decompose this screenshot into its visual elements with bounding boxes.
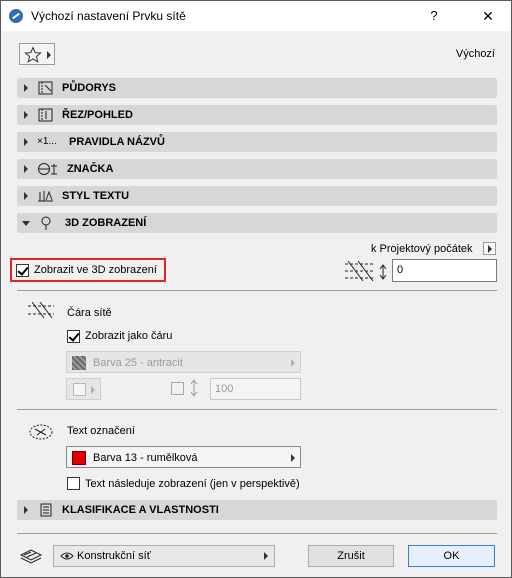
- section-naming-rules[interactable]: ×1... PRAVIDLA NÁZVŮ: [17, 132, 497, 152]
- line-type-swatch: [73, 383, 86, 396]
- grid-elevation-icon: [345, 261, 387, 281]
- preset-name: Výchozí: [455, 48, 495, 60]
- expand-arrow-icon: [24, 506, 28, 514]
- show-in-3d-checkbox[interactable]: [16, 264, 29, 277]
- section-label: ŘEZ/POHLED: [62, 109, 133, 121]
- section-label: PRAVIDLA NÁZVŮ: [69, 136, 165, 148]
- layer-icon: [19, 549, 43, 564]
- section-view-icon: [38, 108, 53, 122]
- expand-arrow-icon: [24, 111, 28, 119]
- chevron-right-icon: [291, 454, 295, 462]
- section-floor-plan[interactable]: PŮDORYS: [17, 78, 497, 98]
- marker-text-icon: [29, 424, 53, 440]
- layer-label: Konstrukční síť: [77, 550, 151, 562]
- window-title: Výchozí nastavení Prvku sítě: [31, 9, 186, 23]
- divider: [17, 290, 497, 291]
- pen-color-swatch: [72, 356, 86, 370]
- layer-dropdown[interactable]: Konstrukční síť: [53, 545, 275, 567]
- thickness-icon: [190, 379, 198, 397]
- help-button[interactable]: ?: [423, 5, 445, 27]
- section-label: STYL TEXTU: [62, 190, 130, 202]
- chevron-right-icon: [91, 386, 95, 394]
- chevron-right-icon: [264, 552, 268, 560]
- collapse-arrow-icon: [22, 221, 30, 226]
- section-label: KLASIFIKACE A VLASTNOSTI: [62, 504, 219, 516]
- ok-button[interactable]: OK: [408, 545, 495, 567]
- origin-reference-button[interactable]: [483, 242, 496, 255]
- expand-arrow-icon: [24, 84, 28, 92]
- pen-label: Barva 25 - antracit: [93, 357, 183, 369]
- section-3d-view[interactable]: 3D ZOBRAZENÍ: [17, 213, 497, 233]
- naming-rules-icon: ×1...: [37, 136, 57, 147]
- show-as-line-checkbox[interactable]: [67, 330, 80, 343]
- show-in-3d-label: Zobrazit ve 3D zobrazení: [34, 264, 157, 276]
- text-follows-view-checkbox[interactable]: [67, 477, 80, 490]
- section-section-elevation[interactable]: ŘEZ/POHLED: [17, 105, 497, 125]
- chevron-right-icon: [291, 359, 295, 367]
- eye-icon: [60, 552, 74, 560]
- section-label: PŮDORYS: [62, 82, 116, 94]
- grid-line-pen-dropdown[interactable]: Barva 25 - antracit: [66, 351, 301, 373]
- section-label: ZNAČKA: [67, 163, 114, 175]
- origin-reference-label: k Projektový počátek: [371, 243, 473, 255]
- 3d-pin-icon: [41, 216, 51, 230]
- thickness-checkbox[interactable]: [171, 382, 184, 395]
- marker-text-pen-dropdown[interactable]: Barva 13 - rumělková: [66, 446, 301, 468]
- marker-icon: [38, 163, 57, 175]
- section-text-style[interactable]: STYL TEXTU: [17, 186, 497, 206]
- floor-plan-icon: [38, 81, 53, 95]
- archicad-app-icon: [9, 9, 23, 23]
- text-style-icon: [38, 190, 53, 202]
- pen-color-swatch: [72, 451, 86, 465]
- marker-text-heading: Text označení: [67, 425, 135, 437]
- section-classification[interactable]: KLASIFIKACE A VLASTNOSTI: [17, 500, 497, 520]
- text-follows-view-label: Text následuje zobrazení (jen v perspekt…: [85, 478, 300, 490]
- chevron-right-icon: [47, 51, 51, 59]
- divider: [17, 533, 497, 534]
- section-label: 3D ZOBRAZENÍ: [65, 217, 147, 229]
- thickness-input[interactable]: 100: [210, 378, 301, 400]
- elevation-input[interactable]: 0: [392, 259, 497, 282]
- pen-label: Barva 13 - rumělková: [93, 452, 198, 464]
- favorites-button[interactable]: [19, 43, 55, 65]
- divider: [17, 409, 497, 410]
- close-button[interactable]: ✕: [477, 5, 499, 27]
- cancel-button[interactable]: Zrušit: [308, 545, 394, 567]
- settings-dialog: Výchozí nastavení Prvku sítě ? ✕ Výchozí…: [0, 0, 512, 578]
- expand-arrow-icon: [24, 192, 28, 200]
- grid-line-heading: Čára sítě: [67, 307, 112, 319]
- star-icon: [24, 46, 42, 63]
- section-marker[interactable]: ZNAČKA: [17, 159, 497, 179]
- line-type-dropdown[interactable]: [66, 378, 101, 400]
- expand-arrow-icon: [24, 165, 28, 173]
- title-bar: Výchozí nastavení Prvku sítě ? ✕: [1, 1, 511, 31]
- show-as-line-label: Zobrazit jako čáru: [85, 330, 173, 342]
- classification-icon: [40, 503, 52, 517]
- expand-arrow-icon: [24, 138, 28, 146]
- grid-line-icon: [28, 302, 54, 319]
